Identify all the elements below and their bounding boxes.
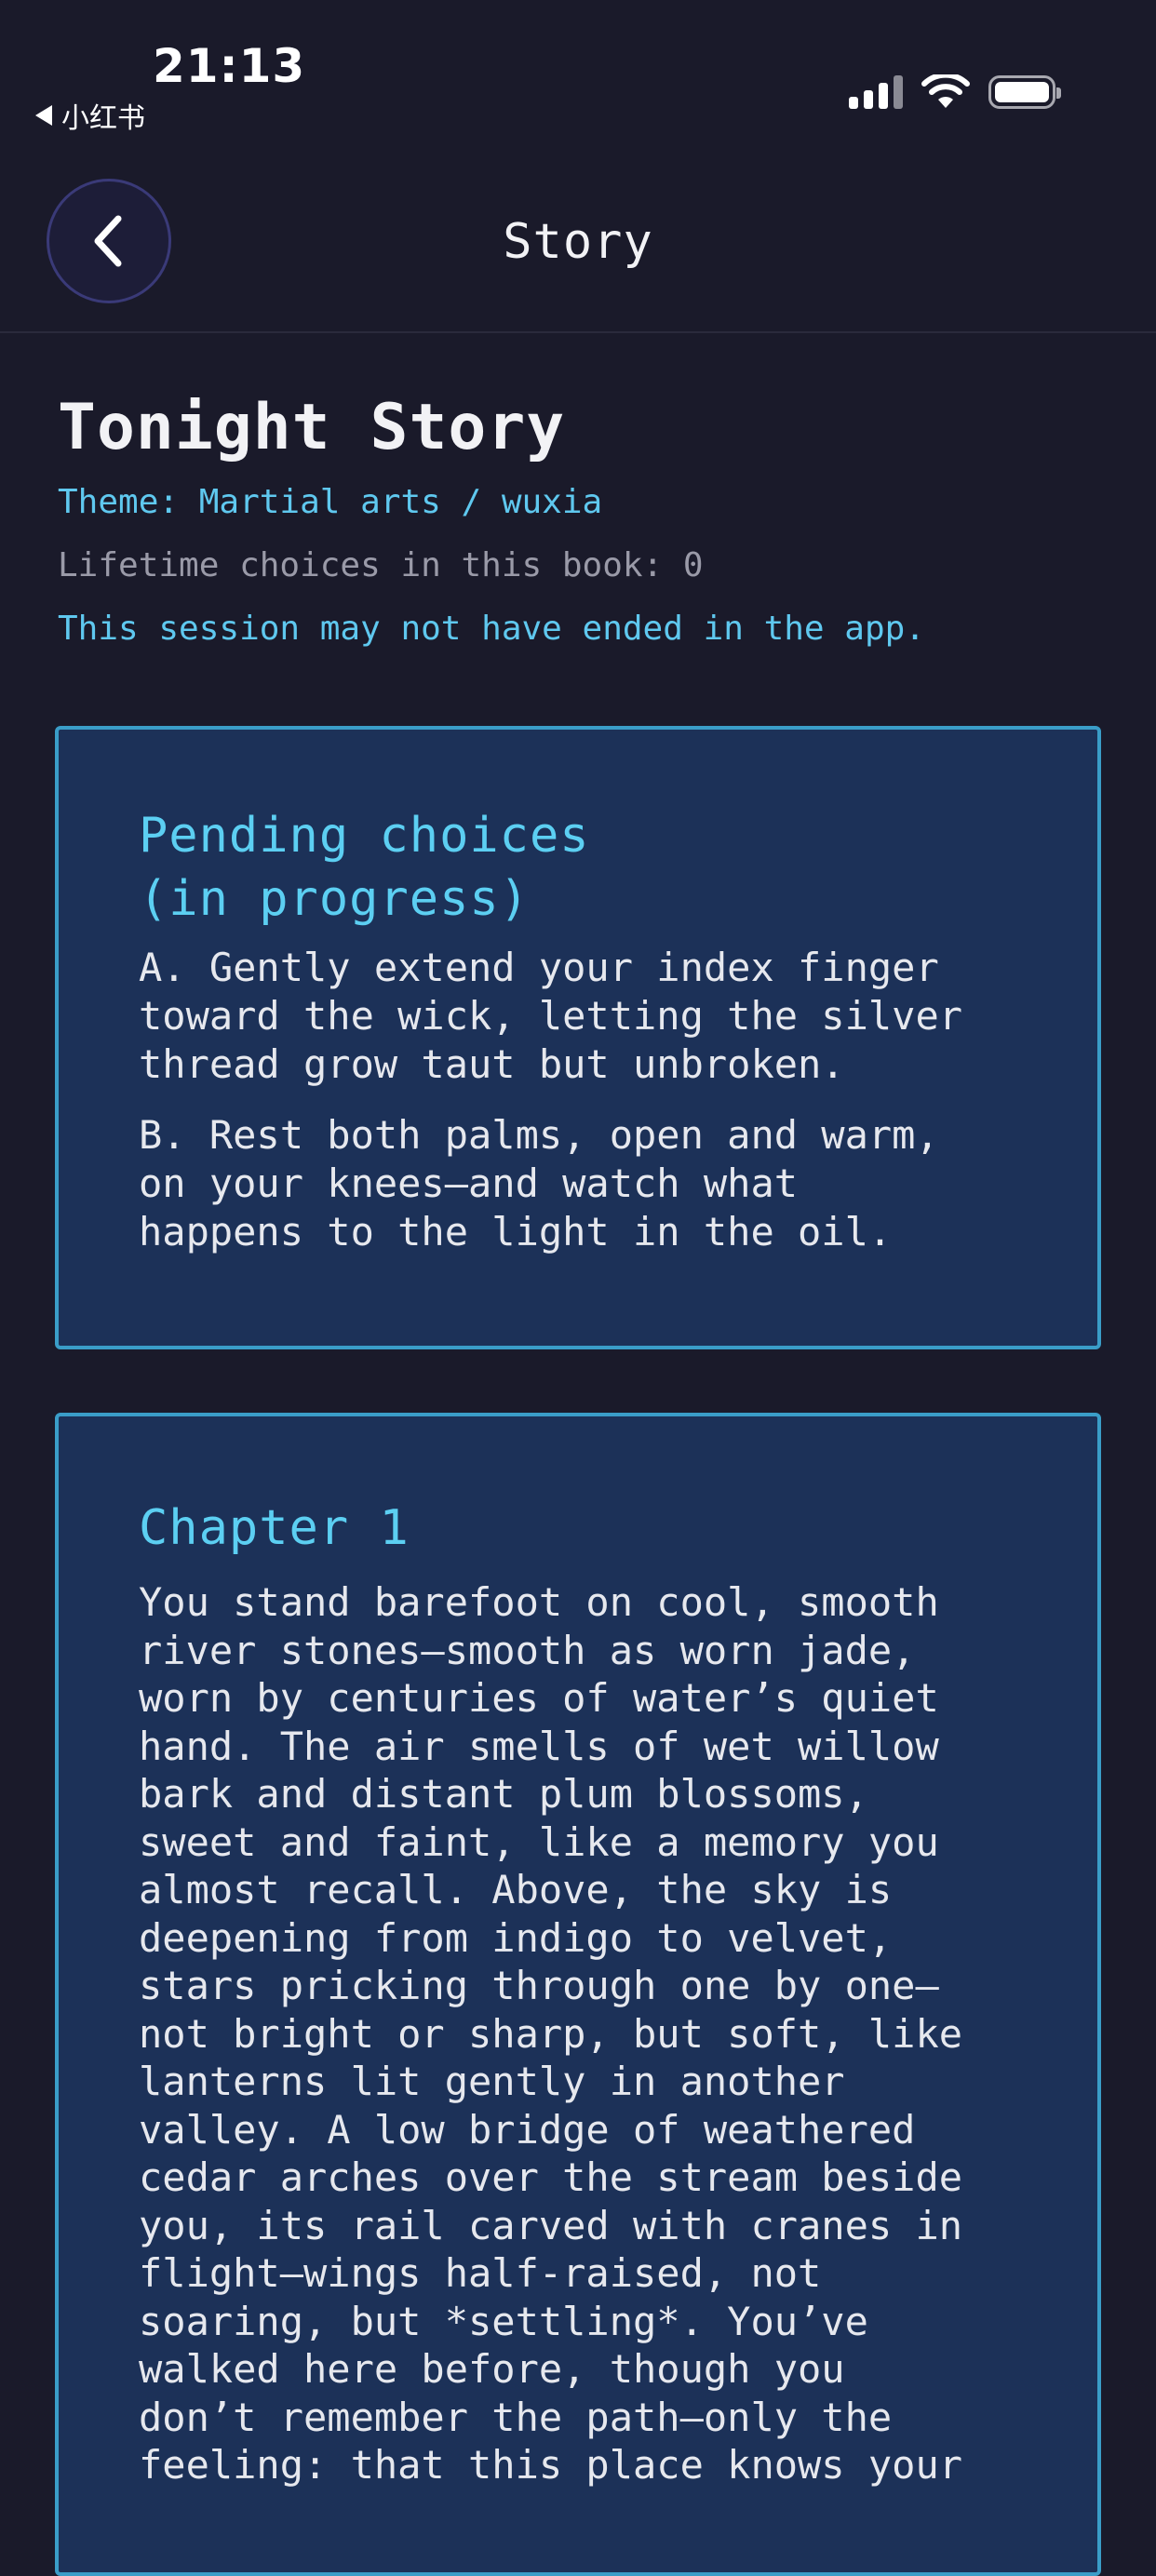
chapter-body-text: You stand barefoot on cool, smooth river…	[139, 1579, 963, 2488]
wifi-icon	[921, 74, 970, 108]
chapter-card: Chapter 1 You stand barefoot on cool, sm…	[55, 1413, 1101, 2576]
app-header: Story	[0, 140, 1156, 333]
return-to-app-link[interactable]: 小红书	[35, 95, 145, 136]
story-info: Tonight Story Theme: Martial arts / wuxi…	[58, 391, 1100, 661]
status-bar: 21:13 小红书	[0, 0, 1156, 140]
battery-icon	[988, 75, 1061, 109]
chapter-heading: Chapter 1	[139, 1500, 410, 1556]
cellular-signal-icon	[849, 75, 903, 109]
lifetime-choices-label: Lifetime choices in this book: 0	[58, 546, 704, 584]
choice-option-b[interactable]: B. Rest both palms, open and warm, on yo…	[139, 1111, 1017, 1256]
choice-option-a[interactable]: A. Gently extend your index finger towar…	[139, 944, 1017, 1089]
header-title: Story	[503, 214, 653, 270]
pending-choices-heading: Pending choices (in progress)	[139, 808, 590, 927]
return-app-label: 小红书	[61, 102, 145, 135]
back-triangle-icon	[35, 105, 52, 126]
status-time: 21:13	[153, 39, 306, 93]
page-title: Tonight Story	[58, 391, 566, 464]
session-notice: This session may not have ended in the a…	[58, 610, 925, 648]
theme-label: Theme: Martial arts / wuxia	[58, 483, 603, 521]
status-icons	[849, 74, 1061, 110]
pending-choices-card: Pending choices (in progress) A. Gently …	[55, 726, 1101, 1349]
